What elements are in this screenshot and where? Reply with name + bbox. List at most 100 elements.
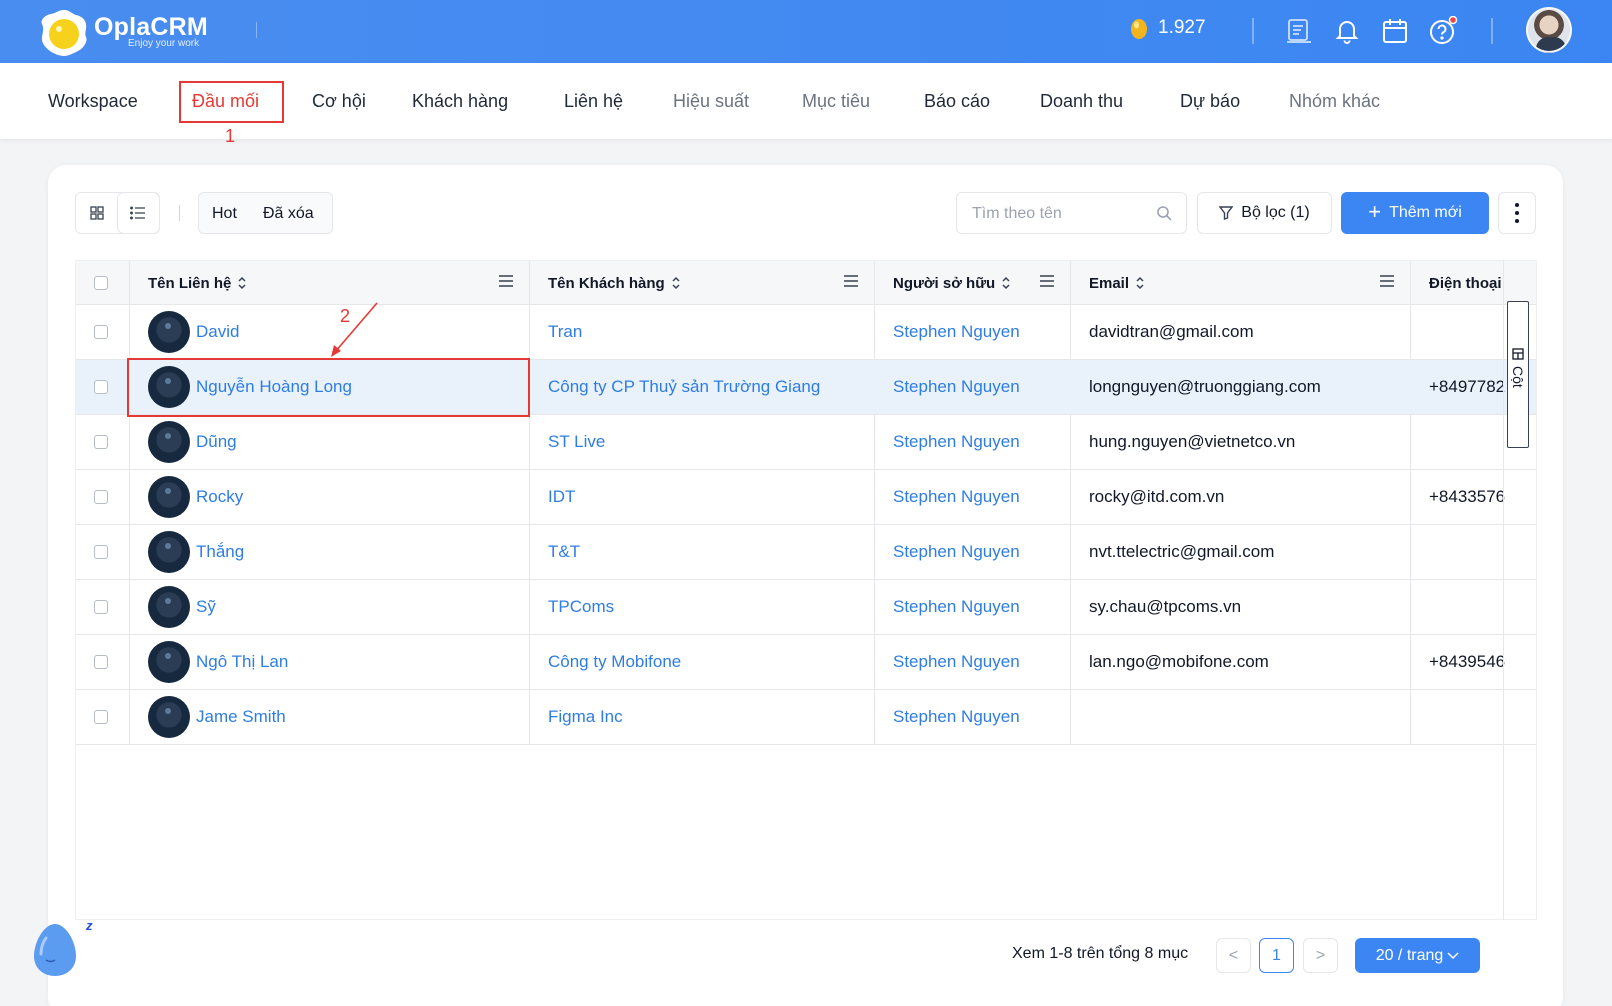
- customer-name-link[interactable]: TPComs: [548, 597, 614, 617]
- owner-cell[interactable]: Stephen Nguyen: [893, 690, 1068, 744]
- contact-name-link[interactable]: Rocky: [196, 487, 243, 507]
- more-options-button[interactable]: [1498, 192, 1536, 234]
- owner-cell[interactable]: Stephen Nguyen: [893, 635, 1068, 689]
- customer-name-link[interactable]: ST Live: [548, 432, 605, 452]
- header-contact-name[interactable]: Tên Liên hệ: [148, 261, 247, 305]
- owner-name-link[interactable]: Stephen Nguyen: [893, 707, 1020, 727]
- nav-opportunities[interactable]: Cơ hội: [312, 91, 366, 112]
- header-phone[interactable]: Điện thoại: [1429, 261, 1507, 305]
- page-size-select[interactable]: 20 / trang: [1355, 938, 1480, 973]
- column-menu-icon[interactable]: [498, 274, 514, 288]
- row-checkbox[interactable]: [94, 545, 108, 559]
- sort-icon[interactable]: [671, 275, 681, 291]
- table-row[interactable]: Jame Smith Figma Inc Stephen Nguyen: [76, 690, 1536, 745]
- owner-name-link[interactable]: Stephen Nguyen: [893, 597, 1020, 617]
- column-menu-icon[interactable]: [1379, 274, 1395, 288]
- nav-contacts[interactable]: Liên hệ: [564, 91, 623, 112]
- nav-goals[interactable]: Mục tiêu: [802, 91, 870, 112]
- contact-cell[interactable]: Dũng: [148, 415, 523, 469]
- owner-cell[interactable]: Stephen Nguyen: [893, 525, 1068, 579]
- customer-cell[interactable]: T&T: [548, 525, 868, 579]
- owner-name-link[interactable]: Stephen Nguyen: [893, 432, 1020, 452]
- owner-name-link[interactable]: Stephen Nguyen: [893, 377, 1020, 397]
- contact-cell[interactable]: Ngô Thị Lan: [148, 635, 523, 689]
- coin-balance[interactable]: 1.927: [1130, 17, 1206, 39]
- contact-name-link[interactable]: Thắng: [196, 542, 244, 562]
- prev-page-button[interactable]: <: [1216, 938, 1251, 973]
- owner-name-link[interactable]: Stephen Nguyen: [893, 652, 1020, 672]
- sort-icon[interactable]: [1135, 275, 1145, 291]
- contact-name-link[interactable]: Sỹ: [196, 597, 216, 617]
- contact-name-link[interactable]: David: [196, 322, 239, 342]
- contact-cell[interactable]: Sỹ: [148, 580, 523, 634]
- contact-name-link[interactable]: Dũng: [196, 432, 237, 452]
- sort-icon[interactable]: [237, 275, 247, 291]
- owner-name-link[interactable]: Stephen Nguyen: [893, 487, 1020, 507]
- mascot-egg-icon[interactable]: [32, 922, 78, 978]
- row-checkbox[interactable]: [94, 600, 108, 614]
- nav-reports[interactable]: Báo cáo: [924, 91, 990, 112]
- sort-icon[interactable]: [1001, 275, 1011, 291]
- row-checkbox[interactable]: [94, 435, 108, 449]
- owner-name-link[interactable]: Stephen Nguyen: [893, 322, 1020, 342]
- customer-name-link[interactable]: Công ty Mobifone: [548, 652, 681, 672]
- nav-workspace[interactable]: Workspace: [48, 91, 138, 112]
- nav-customers[interactable]: Khách hàng: [412, 91, 508, 112]
- add-new-button[interactable]: + Thêm mới: [1341, 192, 1489, 234]
- customer-cell[interactable]: TPComs: [548, 580, 868, 634]
- grid-view-icon[interactable]: [76, 193, 118, 233]
- owner-cell[interactable]: Stephen Nguyen: [893, 415, 1068, 469]
- table-row[interactable]: Sỹ TPComs Stephen Nguyen sy.chau@tpcoms.vn: [76, 580, 1536, 635]
- owner-name-link[interactable]: Stephen Nguyen: [893, 542, 1020, 562]
- nav-other-groups[interactable]: Nhóm khác: [1289, 91, 1380, 112]
- filter-button[interactable]: Bộ lọc (1): [1197, 192, 1332, 234]
- nav-forecast[interactable]: Dự báo: [1180, 91, 1240, 112]
- table-row[interactable]: Dũng ST Live Stephen Nguyen hung.nguyen@vie…: [76, 415, 1536, 470]
- column-menu-icon[interactable]: [1039, 274, 1055, 288]
- header-email[interactable]: Email: [1089, 261, 1145, 305]
- nav-performance[interactable]: Hiệu suất: [673, 91, 749, 112]
- customer-cell[interactable]: Tran: [548, 305, 868, 359]
- contact-cell[interactable]: Thắng: [148, 525, 523, 579]
- owner-cell[interactable]: Stephen Nguyen: [893, 470, 1068, 524]
- next-page-button[interactable]: >: [1303, 938, 1338, 973]
- nav-revenue[interactable]: Doanh thu: [1040, 91, 1123, 112]
- contact-cell[interactable]: Jame Smith: [148, 690, 523, 744]
- segment-hot[interactable]: Hot: [212, 205, 237, 223]
- column-menu-icon[interactable]: [843, 274, 859, 288]
- bell-icon[interactable]: [1330, 14, 1364, 48]
- row-checkbox[interactable]: [94, 380, 108, 394]
- customer-cell[interactable]: IDT: [548, 470, 868, 524]
- report-icon[interactable]: [1282, 14, 1316, 48]
- row-checkbox[interactable]: [94, 325, 108, 339]
- customer-cell[interactable]: ST Live: [548, 415, 868, 469]
- customer-cell[interactable]: Công ty CP Thuỷ sản Trường Giang: [548, 360, 868, 414]
- header-customer-name[interactable]: Tên Khách hàng: [548, 261, 681, 305]
- customer-name-link[interactable]: Tran: [548, 322, 582, 342]
- customer-cell[interactable]: Công ty Mobifone: [548, 635, 868, 689]
- customer-name-link[interactable]: T&T: [548, 542, 580, 562]
- table-row[interactable]: Thắng T&T Stephen Nguyen nvt.ttelectric@gma…: [76, 525, 1536, 580]
- owner-cell[interactable]: Stephen Nguyen: [893, 360, 1068, 414]
- customer-name-link[interactable]: Công ty CP Thuỷ sản Trường Giang: [548, 377, 820, 397]
- customer-name-link[interactable]: Figma Inc: [548, 707, 623, 727]
- customer-name-link[interactable]: IDT: [548, 487, 575, 507]
- logo[interactable]: OplaCRM Enjoy your work: [38, 4, 208, 59]
- contact-cell[interactable]: Rocky: [148, 470, 523, 524]
- row-checkbox[interactable]: [94, 710, 108, 724]
- search-icon[interactable]: [1156, 205, 1172, 221]
- help-icon[interactable]: [1426, 14, 1460, 48]
- page-1-button[interactable]: 1: [1259, 938, 1294, 973]
- contact-name-link[interactable]: Jame Smith: [196, 707, 286, 727]
- segment-deleted[interactable]: Đã xóa: [263, 205, 314, 223]
- calendar-icon[interactable]: [1378, 14, 1412, 48]
- columns-panel-toggle[interactable]: Cột: [1507, 301, 1529, 448]
- table-row[interactable]: Ngô Thị Lan Công ty Mobifone Stephen Nguye…: [76, 635, 1536, 690]
- contact-name-link[interactable]: Ngô Thị Lan: [196, 652, 288, 672]
- list-view-icon[interactable]: [117, 193, 159, 233]
- table-row[interactable]: Rocky IDT Stephen Nguyen rocky@itd.com.vn +8…: [76, 470, 1536, 525]
- table-row[interactable]: David Tran Stephen Nguyen davidtran@gmail.c…: [76, 305, 1536, 360]
- select-all-checkbox[interactable]: [94, 276, 108, 290]
- user-avatar[interactable]: [1526, 7, 1572, 53]
- search-input[interactable]: [972, 203, 1152, 225]
